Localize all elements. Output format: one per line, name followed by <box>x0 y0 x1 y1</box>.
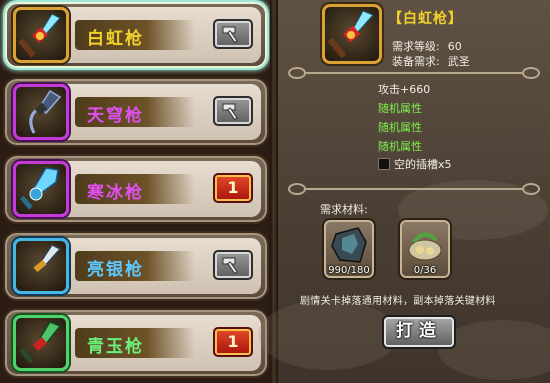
weapon-row-baihong[interactable]: 白虹枪 <box>3 0 269 70</box>
weapon-name-bar: 天穹枪 <box>75 97 195 127</box>
jade-spear-icon <box>19 321 62 364</box>
forge-detail-panel: 【白虹枪】 需求等级: 60 装备需求: 武圣 攻击+660 随机属性 随机属性 随… <box>258 0 550 383</box>
weapon-name-bar: 白虹枪 <box>75 20 195 50</box>
socket-info: 空的插槽x5 <box>378 156 452 172</box>
forge-button[interactable]: 打造 <box>382 315 456 349</box>
owned-count-badge[interactable]: 1 <box>213 327 253 357</box>
socket-icon <box>378 158 390 170</box>
weapon-list: 白虹枪 天穹枪 寒冰枪 1 亮银枪 青玉枪 1 <box>0 0 272 383</box>
silver-spear-icon <box>19 244 62 287</box>
red-spear-icon <box>18 13 61 58</box>
level-req-label: 需求等级: <box>392 40 440 53</box>
forge-hammer-button[interactable] <box>213 96 253 126</box>
material-slot-ore[interactable]: 990/180 <box>322 218 376 280</box>
weapon-slot <box>13 238 69 294</box>
weapon-name: 天穹枪 <box>87 106 144 126</box>
owned-count-badge[interactable]: 1 <box>213 173 253 203</box>
weapon-name: 亮银枪 <box>87 260 144 280</box>
red-spear-icon <box>327 10 374 59</box>
material-count: 990/180 <box>328 265 370 276</box>
weapon-name: 白虹枪 <box>87 29 144 49</box>
weapon-slot <box>13 161 69 217</box>
level-req-value: 60 <box>447 40 462 53</box>
weapon-name: 青玉枪 <box>87 337 144 357</box>
random-attribute: 随机属性 <box>378 121 422 134</box>
weapon-slot <box>13 315 69 371</box>
materials-source-note: 剧情关卡掉落通用材料，副本掉落关键材料 <box>300 296 496 307</box>
random-attribute: 随机属性 <box>378 102 422 115</box>
weapon-row-hanbing[interactable]: 寒冰枪 1 <box>3 154 269 224</box>
weapon-name-bar: 青玉枪 <box>75 328 195 358</box>
forge-hammer-button[interactable] <box>213 19 253 49</box>
weapon-name-bar: 亮银枪 <box>75 251 195 281</box>
item-title: 【白虹枪】 <box>388 11 463 27</box>
forge-hammer-button[interactable] <box>213 250 253 280</box>
ice-spear-icon <box>19 167 59 210</box>
iron-ore-icon <box>331 227 367 263</box>
selected-item-slot <box>322 4 382 64</box>
weapon-name-bar: 寒冰枪 <box>75 174 195 204</box>
socket-text: 空的插槽x5 <box>394 158 452 171</box>
herb-bundle-icon <box>408 232 442 261</box>
material-count: 0/36 <box>413 265 437 276</box>
ornate-divider <box>286 183 542 195</box>
weapon-row-tianqiong[interactable]: 天穹枪 <box>3 77 269 147</box>
cloud-decoration <box>258 300 398 370</box>
hammer-icon <box>222 257 238 275</box>
materials-label: 需求材料: <box>320 203 368 216</box>
weapon-slot <box>13 7 69 63</box>
ornate-divider <box>286 67 542 79</box>
weapon-row-qingyu[interactable]: 青玉枪 1 <box>3 308 269 378</box>
weapon-name: 寒冰枪 <box>87 183 144 203</box>
hammer-icon <box>222 103 238 121</box>
weapon-row-liangyin[interactable]: 亮银枪 <box>3 231 269 301</box>
black-spear-icon <box>29 89 62 134</box>
level-requirement: 需求等级: 60 <box>392 38 462 54</box>
hammer-icon <box>222 26 238 44</box>
random-attribute: 随机属性 <box>378 140 422 153</box>
material-slot-herb[interactable]: 0/36 <box>398 218 452 280</box>
attack-stat: 攻击+660 <box>378 83 431 96</box>
weapon-slot <box>13 84 69 140</box>
